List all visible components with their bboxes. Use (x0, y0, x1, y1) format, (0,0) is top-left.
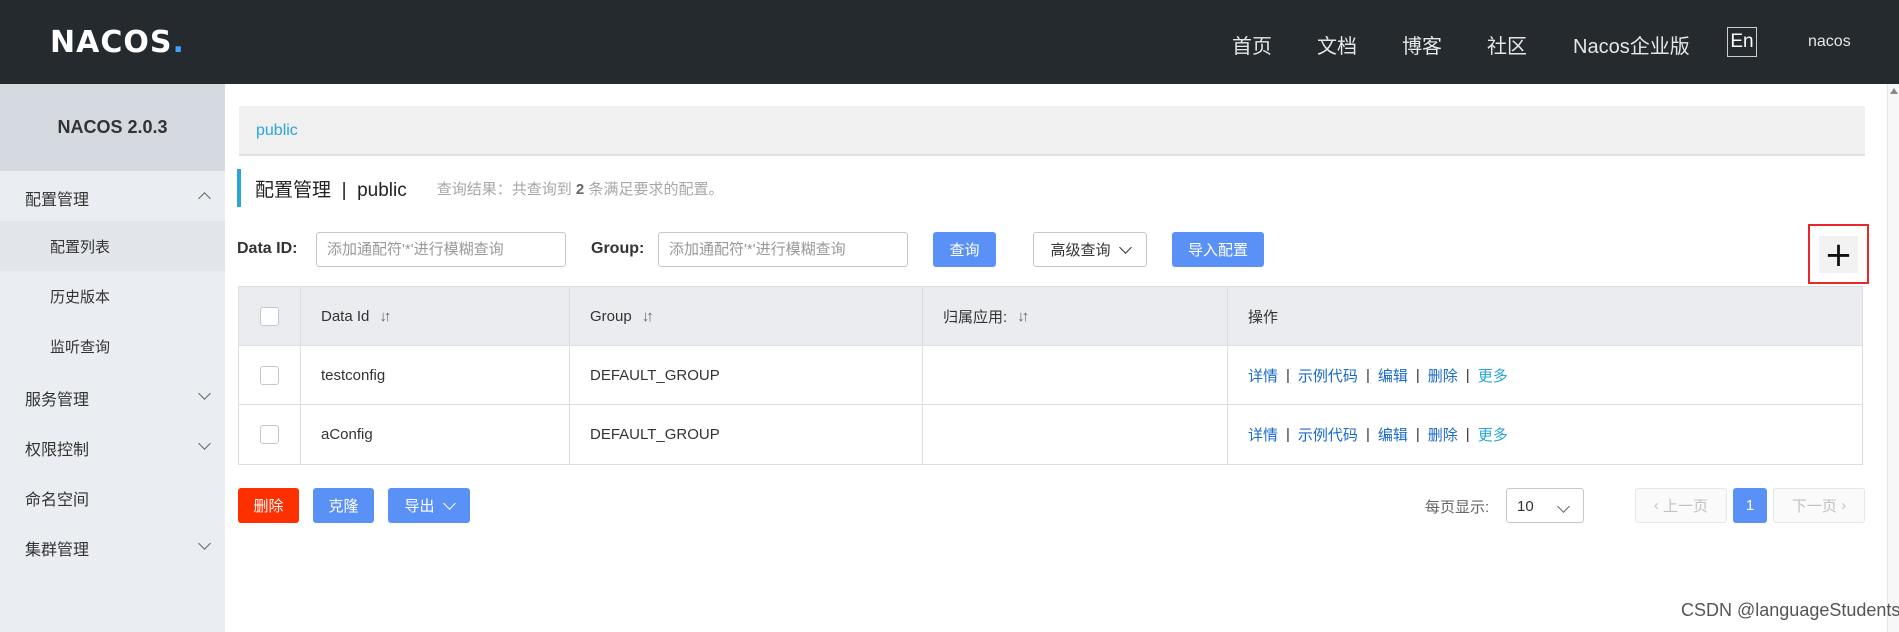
sidebar-item-listener-query[interactable]: 监听查询 (0, 321, 225, 371)
group-search-input[interactable] (658, 232, 908, 267)
namespace-tab-public[interactable]: public (256, 122, 298, 140)
cell-group: DEFAULT_GROUP (570, 346, 923, 404)
chevron-up-icon (198, 192, 211, 205)
advanced-query-label: 高级查询 (1050, 242, 1111, 259)
per-page-value: 10 (1517, 498, 1534, 515)
sidebar-item-cluster-management[interactable]: 集群管理 (0, 521, 225, 571)
chevron-down-icon (442, 496, 456, 510)
page-1-button[interactable]: 1 (1733, 488, 1767, 523)
sidebar-item-label: 历史版本 (50, 289, 111, 306)
user-name[interactable]: nacos (1808, 33, 1851, 51)
query-button[interactable]: 查询 (933, 232, 996, 267)
nav-enterprise[interactable]: Nacos企业版 (1573, 30, 1690, 59)
sidebar-item-label: 监听查询 (50, 339, 111, 356)
sidebar-item-config-management[interactable]: 配置管理 (0, 171, 225, 221)
page-title-row: 配置管理 | public 查询结果：共查询到 2 条满足要求的配置。 (237, 169, 723, 207)
sidebar-item-label: 服务管理 (25, 392, 90, 409)
next-page-button[interactable]: 下一页 › (1773, 488, 1865, 523)
advanced-query-button[interactable]: 高级查询 (1033, 232, 1147, 267)
sample-code-link[interactable]: 示例代码 (1298, 365, 1358, 386)
sidebar-item-label: 权限控制 (25, 442, 90, 459)
chevron-down-icon (1118, 240, 1132, 254)
column-header-actions: 操作 (1248, 308, 1279, 326)
nacos-logo[interactable]: NACOS. (50, 25, 185, 60)
sort-icon[interactable]: ↓↑ (1017, 308, 1029, 325)
group-label: Group: (591, 240, 645, 257)
top-header: NACOS. 首页 文档 博客 社区 Nacos企业版 En nacos (0, 0, 1899, 84)
sort-icon[interactable]: ↓↑ (642, 308, 654, 325)
language-switch-button[interactable]: En (1727, 27, 1757, 57)
delete-link[interactable]: 删除 (1428, 424, 1458, 445)
chevron-down-icon (198, 437, 211, 450)
table-row: testconfig DEFAULT_GROUP 详情 | 示例代码 | 编辑 | 删… (239, 346, 1862, 405)
row-checkbox[interactable] (260, 425, 279, 444)
cell-app (923, 346, 1228, 404)
chevron-right-icon: › (1836, 497, 1847, 514)
detail-link[interactable]: 详情 (1248, 365, 1278, 386)
detail-link[interactable]: 详情 (1248, 424, 1278, 445)
table-row: aConfig DEFAULT_GROUP 详情 | 示例代码 | 编辑 | 删除 | … (239, 405, 1862, 464)
nav-home[interactable]: 首页 (1232, 30, 1272, 59)
cell-data-id: testconfig (301, 346, 570, 404)
vertical-scrollbar[interactable] (1887, 84, 1899, 632)
dataid-search-input[interactable] (316, 232, 566, 267)
select-all-checkbox[interactable] (260, 306, 279, 326)
chevron-down-icon (198, 387, 211, 400)
watermark: CSDN @languageStudents (1681, 600, 1899, 620)
sidebar-item-config-list[interactable]: 配置列表 (0, 221, 225, 271)
config-table: Data Id ↓↑ Group ↓↑ 归属应用: ↓↑ 操作 testconfig … (238, 286, 1863, 465)
edit-link[interactable]: 编辑 (1378, 424, 1408, 445)
page-title: 配置管理 | public (255, 179, 407, 201)
add-config-highlight: + (1808, 224, 1869, 284)
sidebar-version-title: NACOS 2.0.3 (0, 84, 225, 171)
export-button[interactable]: 导出 (388, 488, 470, 523)
namespace-bar: public (239, 106, 1865, 156)
column-header-app: 归属应用: (943, 308, 1008, 326)
edit-link[interactable]: 编辑 (1378, 365, 1408, 386)
row-checkbox[interactable] (260, 365, 279, 385)
chevron-down-icon (1557, 500, 1570, 513)
table-header-row: Data Id ↓↑ Group ↓↑ 归属应用: ↓↑ 操作 (239, 287, 1862, 346)
per-page-select[interactable]: 10 (1506, 488, 1584, 523)
sidebar-item-namespace[interactable]: 命名空间 (0, 471, 225, 521)
nav-docs[interactable]: 文档 (1317, 30, 1357, 59)
query-result-summary: 查询结果：共查询到 2 条满足要求的配置。 (436, 180, 724, 198)
cell-data-id: aConfig (301, 405, 570, 464)
per-page-label: 每页显示: (1425, 499, 1490, 516)
chevron-left-icon: ‹ (1653, 497, 1664, 514)
sort-icon[interactable]: ↓↑ (379, 308, 391, 325)
nav-blog[interactable]: 博客 (1402, 30, 1442, 59)
main-content: public 配置管理 | public 查询结果：共查询到 2 条满足要求的配… (225, 84, 1899, 632)
sidebar-item-service-management[interactable]: 服务管理 (0, 371, 225, 421)
cell-actions: 详情 | 示例代码 | 编辑 | 删除 | 更多 (1248, 424, 1508, 445)
sidebar-item-label: 集群管理 (25, 542, 90, 559)
column-header-data-id: Data Id (321, 307, 370, 325)
scroll-up-icon[interactable] (1890, 88, 1898, 94)
sidebar-item-label: 配置管理 (25, 192, 90, 209)
more-link[interactable]: 更多 (1478, 365, 1508, 386)
sidebar: NACOS 2.0.3 配置管理 配置列表 历史版本 监听查询 服务管理 权限控… (0, 84, 225, 632)
dataid-label: Data ID: (237, 240, 298, 257)
cell-app (923, 405, 1228, 464)
clone-button[interactable]: 克隆 (313, 488, 374, 523)
sidebar-item-label: 命名空间 (25, 492, 90, 509)
sample-code-link[interactable]: 示例代码 (1298, 424, 1358, 445)
cell-group: DEFAULT_GROUP (570, 405, 923, 464)
add-config-button[interactable]: + (1819, 235, 1858, 275)
import-config-button[interactable]: 导入配置 (1172, 232, 1264, 267)
more-link[interactable]: 更多 (1478, 424, 1508, 445)
sidebar-item-access-control[interactable]: 权限控制 (0, 421, 225, 471)
column-header-group: Group (590, 307, 632, 325)
cell-actions: 详情 | 示例代码 | 编辑 | 删除 | 更多 (1248, 365, 1508, 386)
export-label: 导出 (404, 498, 435, 515)
nav-community[interactable]: 社区 (1487, 30, 1527, 59)
batch-delete-button[interactable]: 删除 (238, 488, 299, 523)
chevron-down-icon (198, 537, 211, 550)
sidebar-item-history[interactable]: 历史版本 (0, 271, 225, 321)
delete-link[interactable]: 删除 (1428, 365, 1458, 386)
sidebar-item-label: 配置列表 (50, 239, 111, 256)
prev-page-button[interactable]: ‹ 上一页 (1635, 488, 1727, 523)
